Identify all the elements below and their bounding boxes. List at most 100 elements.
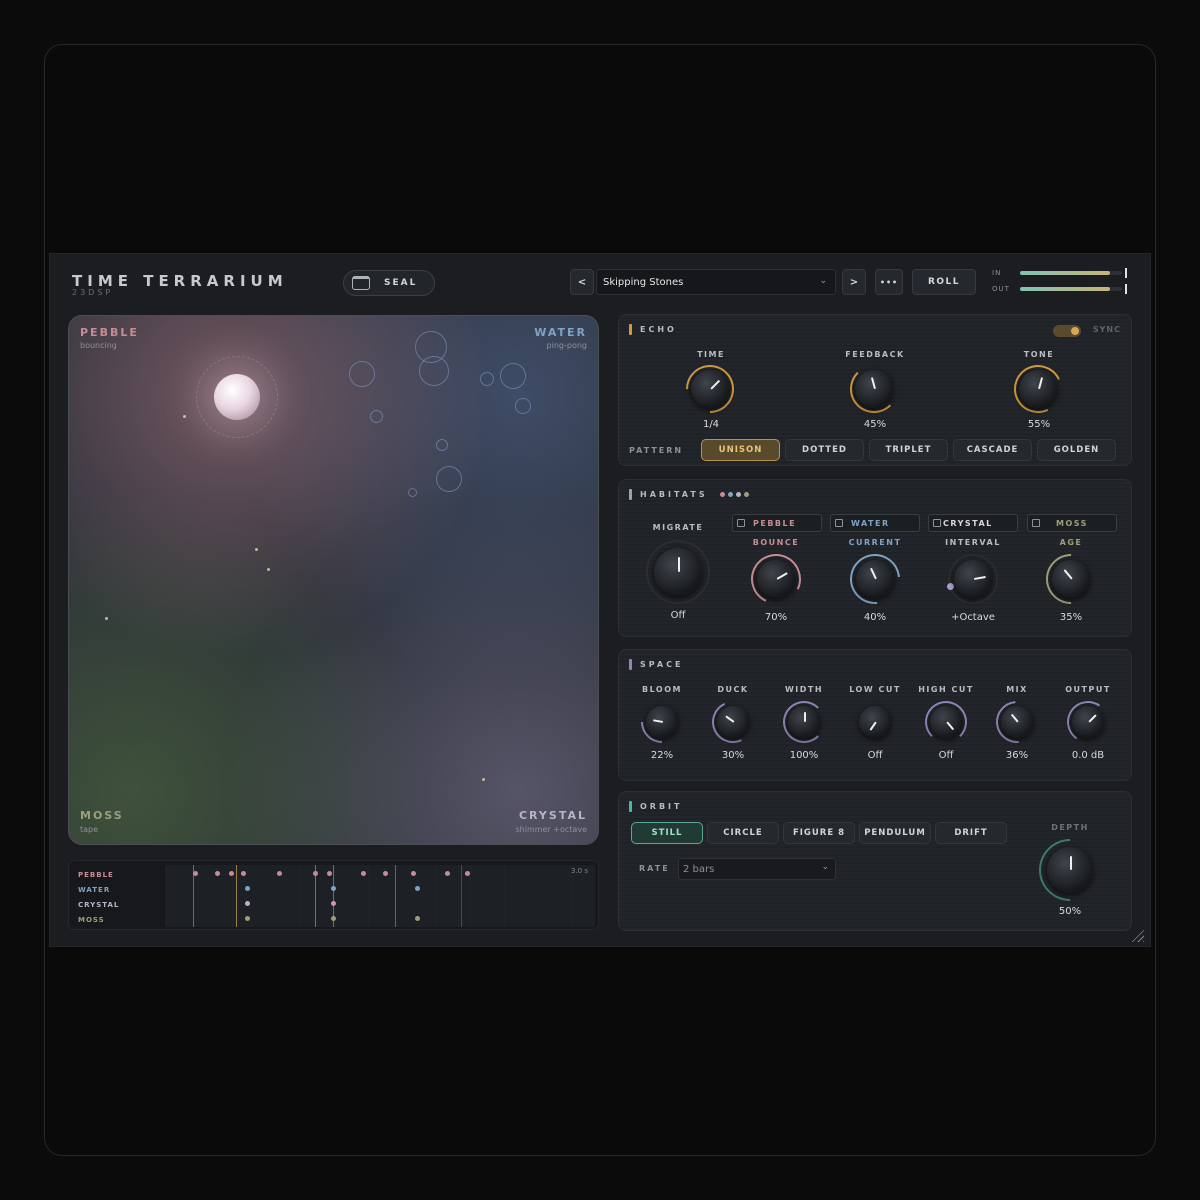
more-options-button[interactable]: ••• [875,269,903,295]
tone-knob-value: 55% [1027,419,1051,430]
input-meter: IN [992,268,1127,278]
mix-knob[interactable] [1001,706,1033,738]
current-knob-value: 40% [863,612,887,623]
pebble-orb-handle[interactable] [214,374,260,420]
ripple-ring [515,398,531,414]
moss-corner-label: MOSS [80,809,124,822]
bounce-knob[interactable] [757,560,795,598]
water-icon [835,519,843,527]
chevron-down-icon: ⌄ [821,862,829,872]
preset-dropdown[interactable]: Skipping Stones ⌄ [596,269,836,295]
input-meter-track [1020,268,1127,278]
tone-knob[interactable] [1019,370,1057,408]
orbit-circle-button[interactable]: CIRCLE [707,822,779,844]
feedback-knob-pointer [870,377,876,390]
habitat-tab-pebble[interactable]: PEBBLE [732,514,822,532]
timeline-tap-line [236,865,237,927]
space-title-label: SPACE [640,660,684,669]
orbit-still-button[interactable]: STILL [631,822,703,844]
timeline-echo-dot [465,871,470,876]
current-knob[interactable] [856,560,894,598]
pebble-icon [737,519,745,527]
time-knob-value: 1/4 [702,419,720,430]
moss-icon [1032,519,1040,527]
interval-knob[interactable] [954,560,992,598]
particle [105,617,108,620]
orbit-title-label: ORBIT [640,802,683,811]
crystal-mode: shimmer +octave [515,825,588,834]
water-mode: ping-pong [546,341,587,350]
timeline-echo-dot [245,901,250,906]
timeline-echo-dot [313,871,318,876]
output-peak-marker [1125,284,1127,294]
resize-handle[interactable] [1130,928,1144,942]
mix-knob-label: MIX [1006,685,1028,694]
low-cut-knob-label: LOW CUT [849,685,901,694]
sparkle [482,778,485,781]
bloom-knob[interactable] [646,706,678,738]
plugin-window: TIME TERRARIUM 23DSP SEAL < Skipping Sto… [50,254,1150,946]
output-knob[interactable] [1072,706,1104,738]
sync-toggle[interactable] [1053,325,1081,337]
time-knob-pointer [710,379,721,390]
orbit-drift-button[interactable]: DRIFT [935,822,1007,844]
habitat-tab-crystal[interactable]: CRYSTAL [928,514,1018,532]
low-cut-knob-pointer [869,721,877,731]
ripple-ring [500,363,526,389]
pattern-dotted-button[interactable]: DOTTED [785,439,864,461]
particle [183,415,186,418]
rate-label: RATE [639,864,670,873]
habitats-title-label: HABITATS [640,490,708,499]
rate-dropdown[interactable]: 2 bars ⌄ [678,858,836,880]
timeline-echo-dot [415,886,420,891]
timeline-tap-line [395,865,396,927]
preset-next-button[interactable]: > [842,269,866,295]
pattern-golden-button[interactable]: GOLDEN [1037,439,1116,461]
habitats-panel: HABITATS MIGRATE Off PEBBLE WATER CRYSTA… [618,479,1132,637]
water-corner-label: WATER [534,326,587,339]
timeline-echo-dot [411,871,416,876]
bounce-knob-label: BOUNCE [752,538,800,547]
low-cut-knob[interactable] [859,706,891,738]
pattern-triplet-button[interactable]: TRIPLET [869,439,948,461]
terrarium-xy-pad[interactable]: PEBBLE bouncing WATER ping-pong MOSS tap… [68,315,599,845]
orbit-panel: ORBIT STILL CIRCLE FIGURE 8 PENDULUM DRI… [618,791,1132,931]
brand: TIME TERRARIUM 23DSP [72,272,288,297]
migrate-knob-value: Off [670,610,686,621]
habitat-dot [719,492,725,497]
pattern-unison-button[interactable]: UNISON [701,439,780,461]
depth-knob[interactable] [1047,847,1093,893]
pattern-cascade-button[interactable]: CASCADE [953,439,1032,461]
high-cut-knob[interactable] [930,706,962,738]
timeline-echo-dot [245,886,250,891]
interval-marker [947,583,954,590]
bloom-knob-label: BLOOM [642,685,682,694]
habitat-tab-water[interactable]: WATER [830,514,920,532]
time-knob[interactable] [691,370,729,408]
output-knob-value: 0.0 dB [1071,750,1105,761]
space-title: SPACE [629,659,683,670]
seal-button[interactable]: SEAL [343,270,435,296]
habitat-tab-label: MOSS [1056,518,1088,528]
migrate-knob[interactable] [654,548,702,596]
width-knob[interactable] [788,706,820,738]
orbit-accent-bar [629,801,632,812]
echo-title: ECHO [629,324,677,335]
feedback-knob[interactable] [855,370,893,408]
age-knob[interactable] [1052,560,1090,598]
preset-prev-button[interactable]: < [570,269,594,295]
output-meter-fill [1020,287,1110,291]
timeline-grid [165,865,595,927]
current-knob-pointer [870,567,877,580]
orbit-pendulum-button[interactable]: PENDULUM [859,822,931,844]
habitat-tab-label: WATER [851,518,890,528]
roll-button[interactable]: ROLL [912,269,976,295]
duck-knob-label: DUCK [717,685,749,694]
bloom-knob-value: 22% [650,750,674,761]
habitats-title: HABITATS [629,489,749,500]
output-meter: OUT [992,284,1127,294]
orbit-figure8-button[interactable]: FIGURE 8 [783,822,855,844]
duck-knob[interactable] [717,706,749,738]
bounce-knob-value: 70% [764,612,788,623]
habitat-tab-moss[interactable]: MOSS [1027,514,1117,532]
